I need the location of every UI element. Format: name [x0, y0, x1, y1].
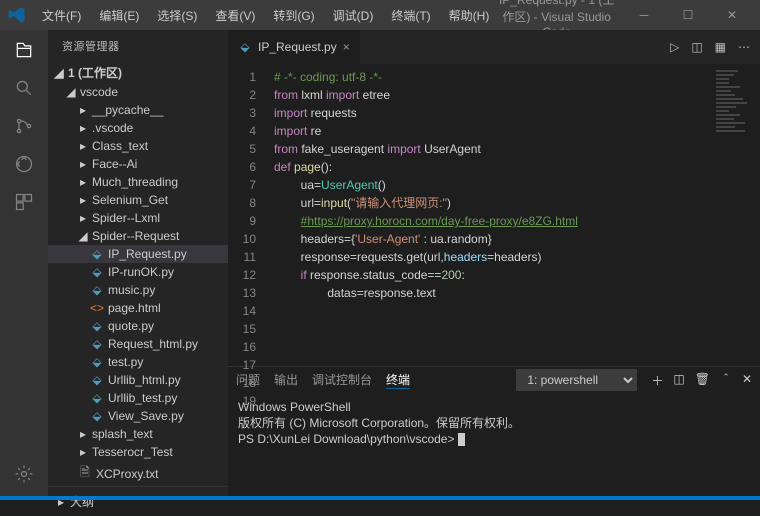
terminal[interactable]: Windows PowerShell版权所有 (C) Microsoft Cor…	[228, 393, 760, 496]
panel-tab[interactable]: 输出	[274, 371, 298, 389]
menu-item[interactable]: 帮助(H)	[441, 3, 498, 28]
file-item[interactable]: ⬙Urllib_html.py	[48, 371, 228, 389]
code-editor[interactable]: # -*- coding: utf-8 -*-from lxml import …	[268, 64, 712, 366]
maximize-button[interactable]: ☐	[668, 8, 708, 22]
explorer-icon[interactable]	[12, 38, 36, 62]
file-item[interactable]: ⬙quote.py	[48, 317, 228, 335]
extensions-icon[interactable]	[12, 190, 36, 214]
search-icon[interactable]	[12, 76, 36, 100]
menu-item[interactable]: 转到(G)	[265, 3, 322, 28]
editor-tabs: ⬙ IP_Request.py × ▷ ◫ ▦ ⋯	[228, 30, 760, 64]
file-item[interactable]: ⬙Request_html.py	[48, 335, 228, 353]
menu-item[interactable]: 文件(F)	[34, 3, 89, 28]
outline-section[interactable]: ▸大纲	[48, 486, 228, 516]
trash-icon[interactable]: 🗑	[695, 372, 710, 389]
folder-item[interactable]: ▸Much_threading	[48, 173, 228, 191]
workspace-root[interactable]: ◢1 (工作区)	[48, 62, 228, 83]
explorer-sidebar: 资源管理器 ◢1 (工作区) ◢vscode▸__pycache__▸.vsco…	[48, 30, 228, 496]
minimap[interactable]	[712, 64, 760, 366]
file-item[interactable]: ⬙View_Save.py	[48, 407, 228, 425]
menu-item[interactable]: 终端(T)	[383, 3, 438, 28]
tab-label: IP_Request.py	[258, 40, 337, 54]
file-item[interactable]: ⬙IP_Request.py	[48, 245, 228, 263]
bottom-panel: 问题输出调试控制台终端 1: powershell ＋ ◫ 🗑 ＾ ✕ Wind…	[228, 366, 760, 496]
menu-item[interactable]: 调试(D)	[325, 3, 382, 28]
close-button[interactable]: ✕	[712, 8, 752, 22]
folder-item[interactable]: ▸Selenium_Get	[48, 191, 228, 209]
file-item[interactable]: ⬙music.py	[48, 281, 228, 299]
file-item[interactable]: ⬙Urllib_test.py	[48, 389, 228, 407]
file-item[interactable]: ⬙test.py	[48, 353, 228, 371]
folder-item[interactable]: ◢vscode	[48, 83, 228, 101]
line-numbers: 12345678910111213141516171819	[228, 64, 268, 366]
activity-bar	[0, 30, 48, 496]
menu-item[interactable]: 编辑(E)	[91, 3, 147, 28]
file-item[interactable]: 🗎XCProxy.txt	[48, 461, 228, 486]
panel-tab[interactable]: 调试控制台	[312, 371, 372, 389]
sidebar-header: 资源管理器	[48, 30, 228, 62]
close-panel-icon[interactable]: ✕	[742, 372, 752, 389]
tab-close-icon[interactable]: ×	[343, 40, 350, 54]
folder-item[interactable]: ▸Class_text	[48, 137, 228, 155]
title-bar: 文件(F)编辑(E)选择(S)查看(V)转到(G)调试(D)终端(T)帮助(H)…	[0, 0, 760, 30]
debug-icon[interactable]	[12, 152, 36, 176]
more-actions-icon[interactable]: ⋯	[738, 40, 750, 54]
menu-item[interactable]: 选择(S)	[149, 3, 205, 28]
folder-item[interactable]: ▸Face--Ai	[48, 155, 228, 173]
folder-item[interactable]: ▸__pycache__	[48, 101, 228, 119]
source-control-icon[interactable]	[12, 114, 36, 138]
layout-icon[interactable]: ▦	[715, 40, 726, 54]
maximize-panel-icon[interactable]: ＾	[720, 372, 732, 389]
folder-item[interactable]: ▸.vscode	[48, 119, 228, 137]
status-bar[interactable]	[0, 496, 760, 500]
file-item[interactable]: ⬙IP-runOK.py	[48, 263, 228, 281]
menu-item[interactable]: 查看(V)	[207, 3, 263, 28]
split-terminal-icon[interactable]: ◫	[673, 372, 684, 389]
new-terminal-icon[interactable]: ＋	[651, 372, 663, 389]
folder-item[interactable]: ▸Spider--Lxml	[48, 209, 228, 227]
panel-tab[interactable]: 终端	[386, 371, 410, 389]
vscode-logo-icon	[0, 5, 34, 25]
menu-bar: 文件(F)编辑(E)选择(S)查看(V)转到(G)调试(D)终端(T)帮助(H)	[34, 3, 497, 28]
folder-item[interactable]: ▸splash_text	[48, 425, 228, 443]
split-editor-icon[interactable]: ◫	[691, 40, 702, 54]
terminal-selector[interactable]: 1: powershell	[516, 369, 637, 391]
tab-ip-request[interactable]: ⬙ IP_Request.py ×	[228, 30, 361, 64]
minimize-button[interactable]: ─	[624, 8, 664, 22]
folder-item[interactable]: ▸Tesserocr_Test	[48, 443, 228, 461]
folder-item[interactable]: ◢Spider--Request	[48, 227, 228, 245]
file-item[interactable]: <>page.html	[48, 299, 228, 317]
run-icon[interactable]: ▷	[670, 40, 679, 54]
settings-gear-icon[interactable]	[12, 462, 36, 486]
